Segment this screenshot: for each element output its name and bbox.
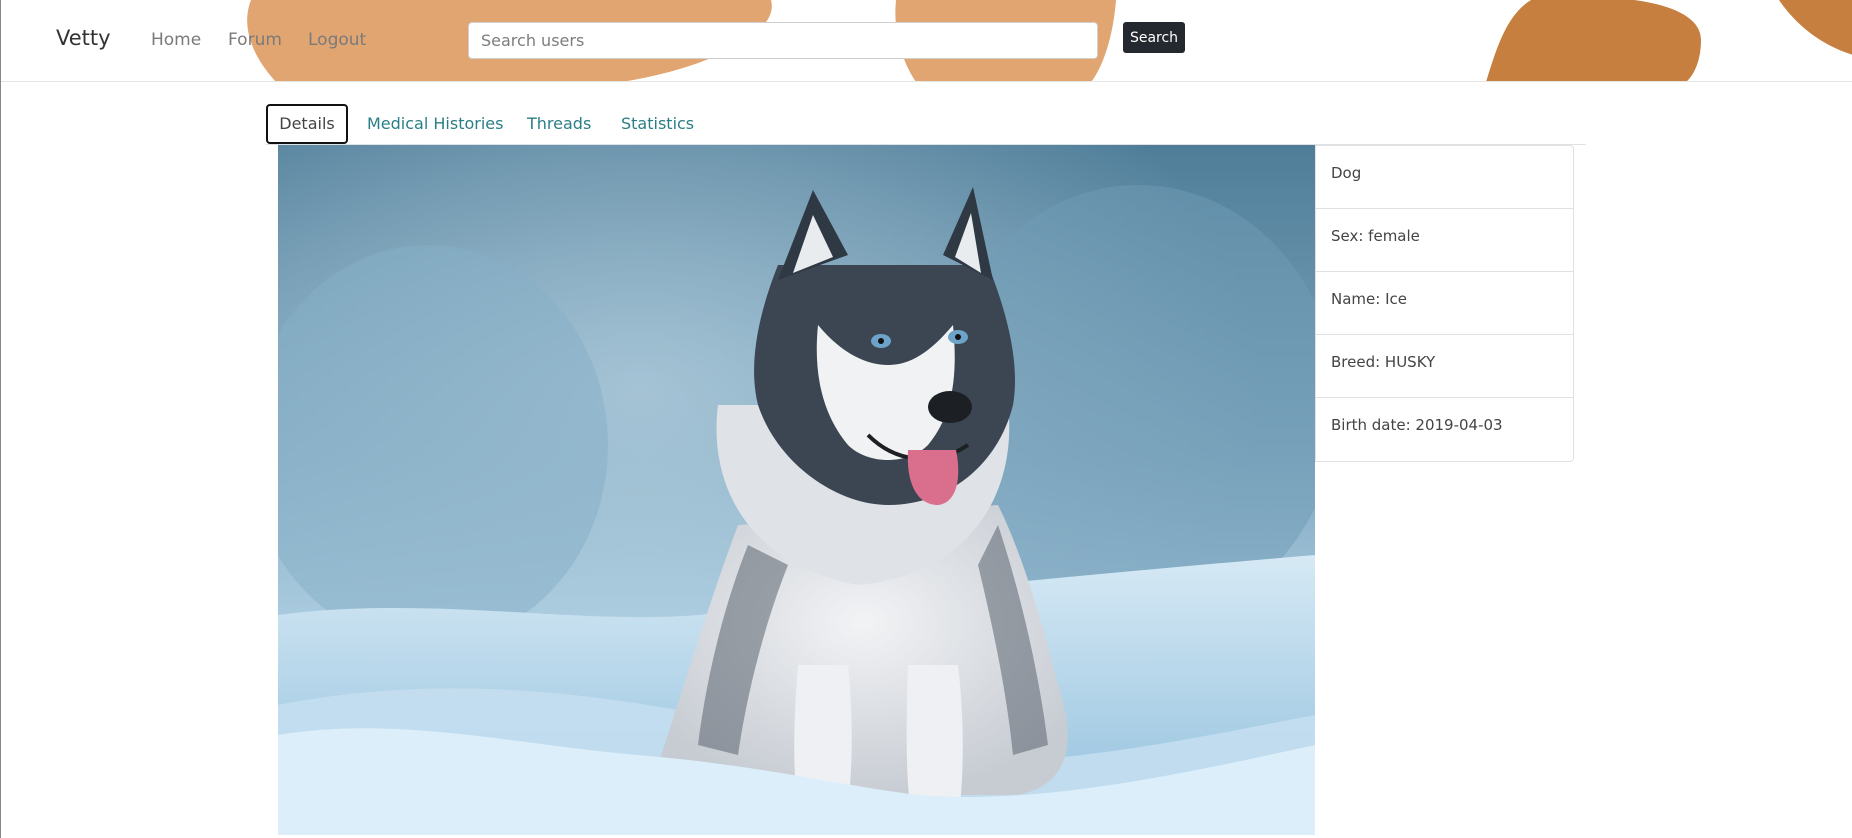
blob-dark-corner	[1779, 0, 1852, 55]
blob-dark-right	[1486, 0, 1701, 81]
pet-photo	[278, 145, 1315, 835]
detail-species: Dog	[1316, 146, 1573, 209]
detail-birth-date: Birth date: 2019-04-03	[1331, 416, 1503, 434]
detail-sex: Sex: female	[1316, 209, 1573, 272]
tab-threads[interactable]: Threads	[527, 104, 591, 144]
tab-medical-histories[interactable]: Medical Histories	[367, 104, 503, 144]
search-button[interactable]: Search	[1123, 22, 1185, 53]
nav-forum-link[interactable]: Forum	[228, 30, 282, 50]
detail-name: Name: Ice	[1316, 272, 1573, 335]
tab-statistics[interactable]: Statistics	[621, 104, 694, 144]
navbar: Vetty Home Forum Logout Search	[1, 0, 1852, 82]
tab-details[interactable]: Details	[266, 104, 348, 144]
pet-details-list: Dog Sex: female Name: Ice Breed: HUSKY B…	[1315, 145, 1574, 462]
husky-photo-illustration	[278, 145, 1315, 835]
detail-breed: Breed: HUSKY	[1316, 335, 1573, 398]
search-input[interactable]	[468, 22, 1098, 59]
nav-home-link[interactable]: Home	[151, 30, 201, 50]
nav-logout-link[interactable]: Logout	[308, 30, 366, 50]
brand-logo[interactable]: Vetty	[56, 26, 111, 50]
page: Vetty Home Forum Logout Search Details M…	[0, 0, 1852, 838]
